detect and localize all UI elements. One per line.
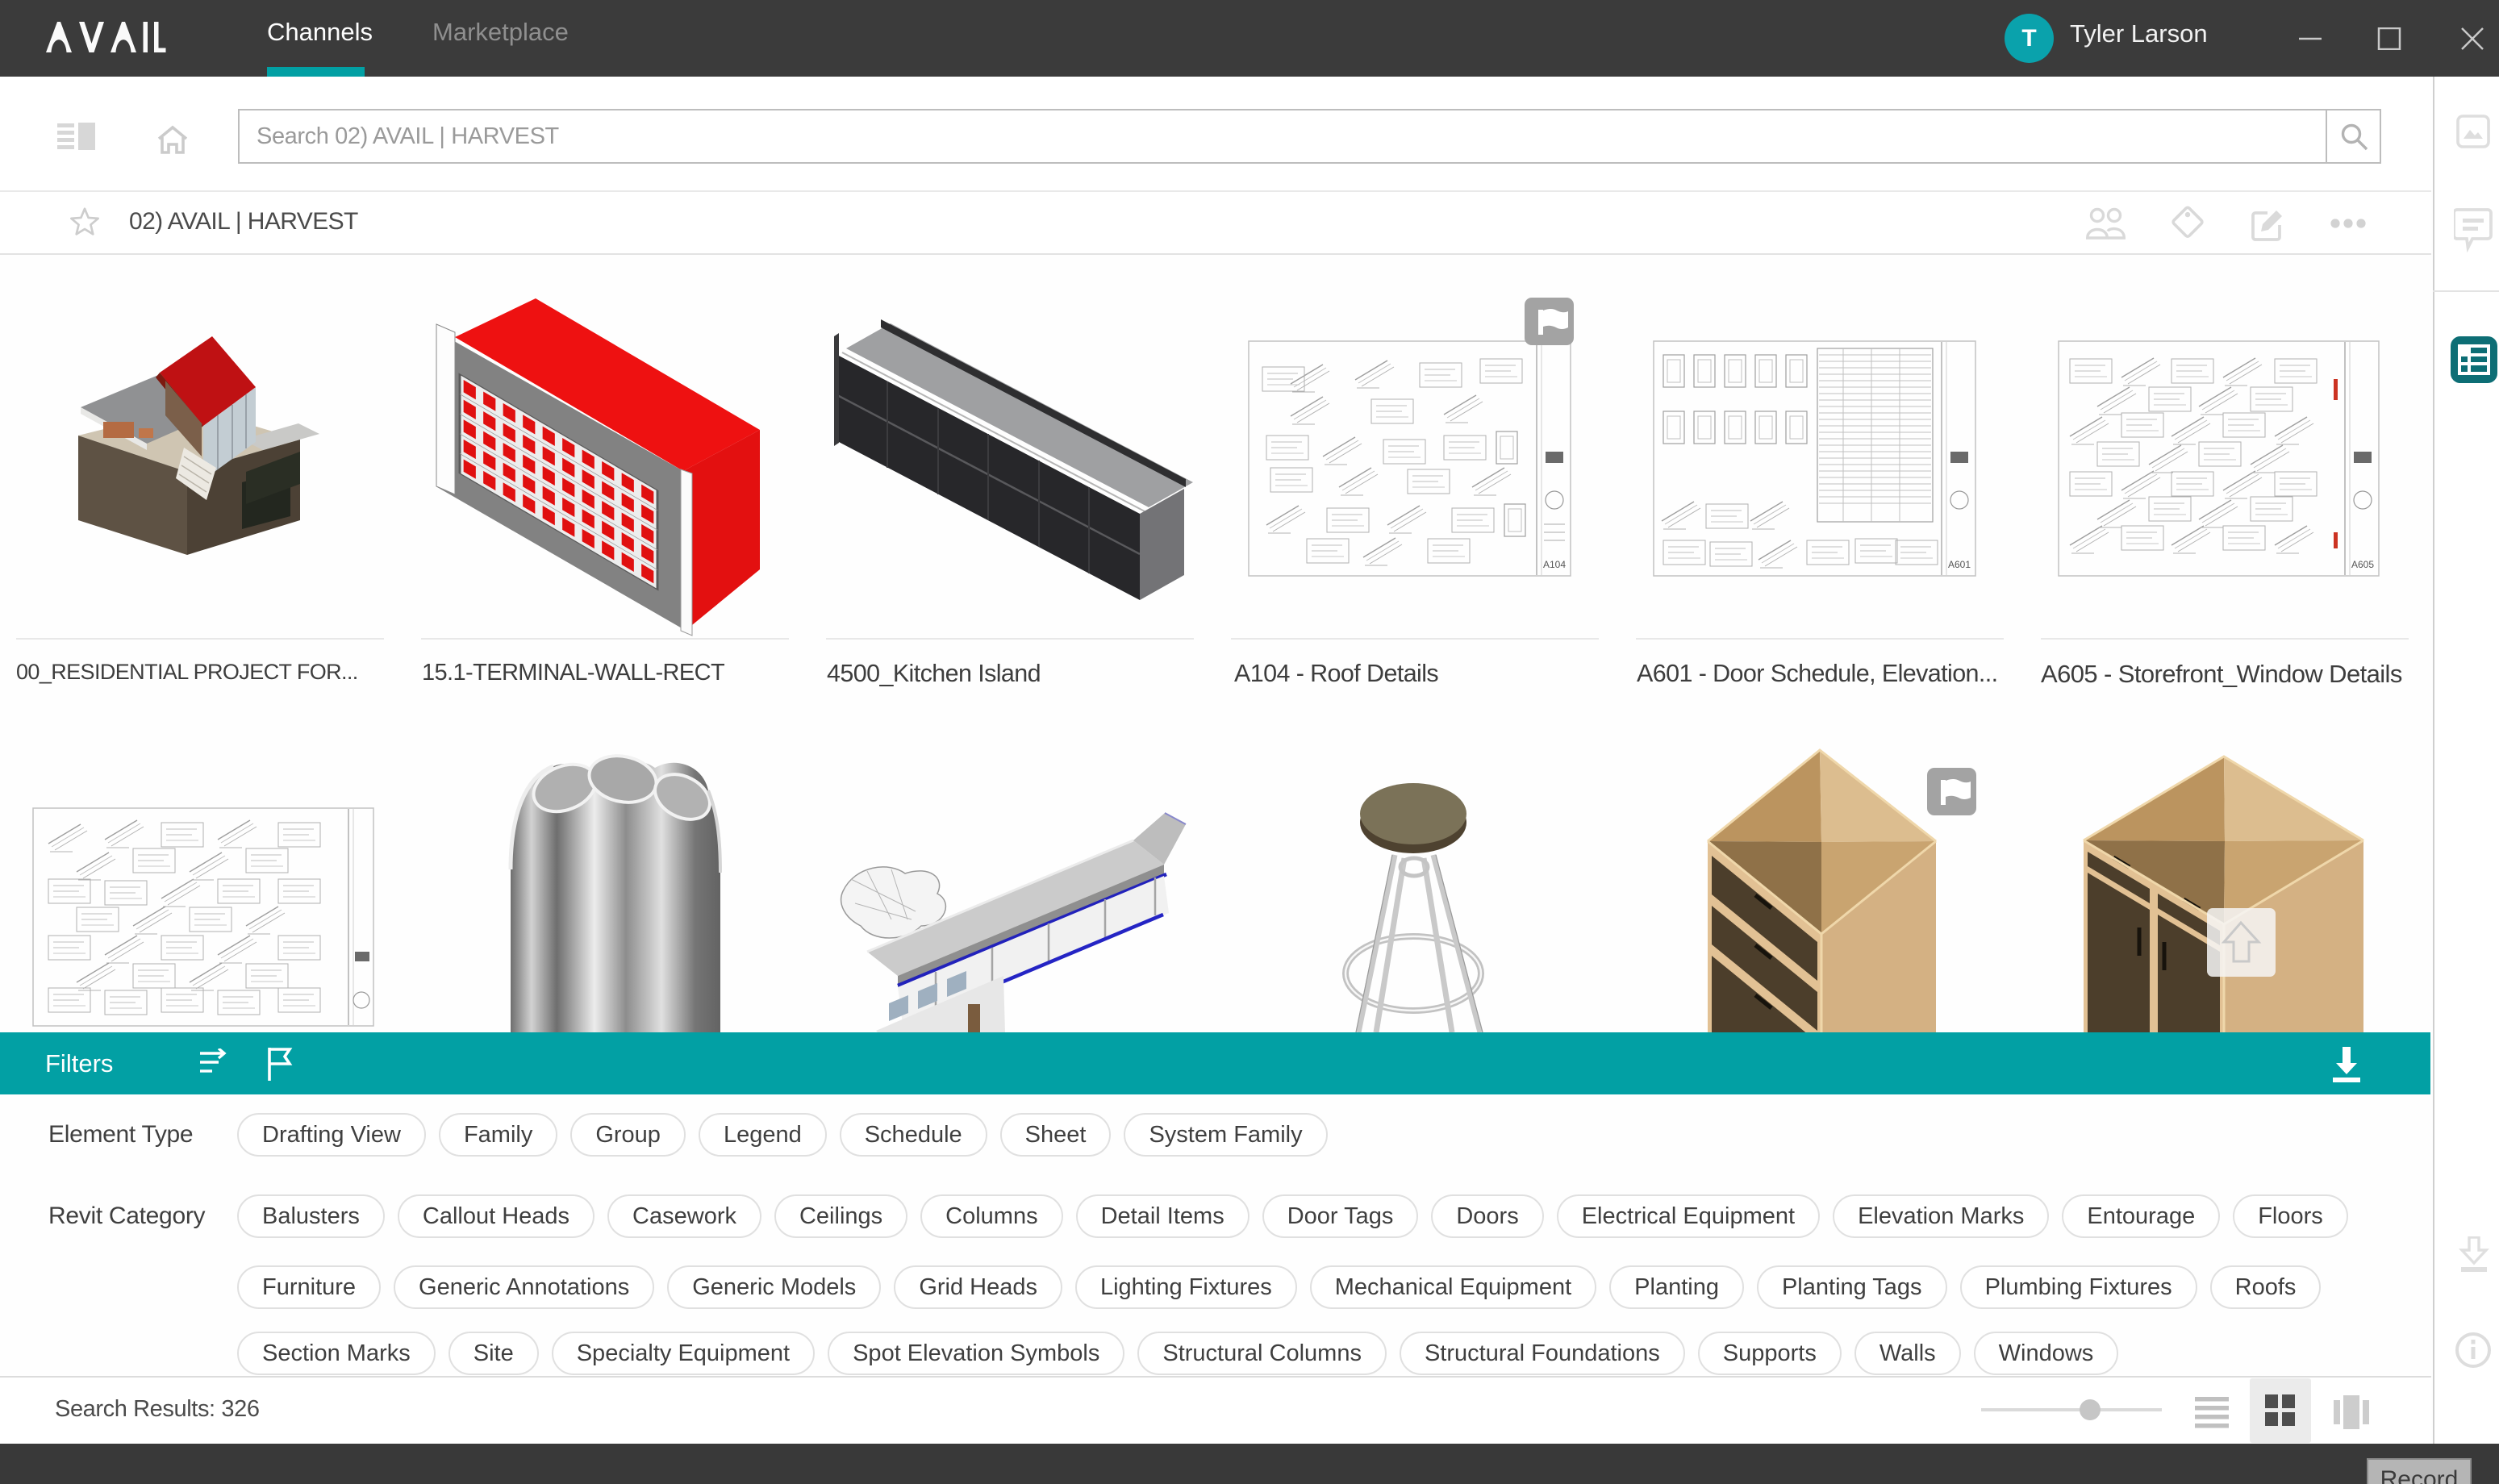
svg-text:A104: A104: [1543, 559, 1566, 570]
svg-text:A605: A605: [2351, 559, 2374, 570]
svg-text:A601: A601: [1948, 559, 1971, 570]
